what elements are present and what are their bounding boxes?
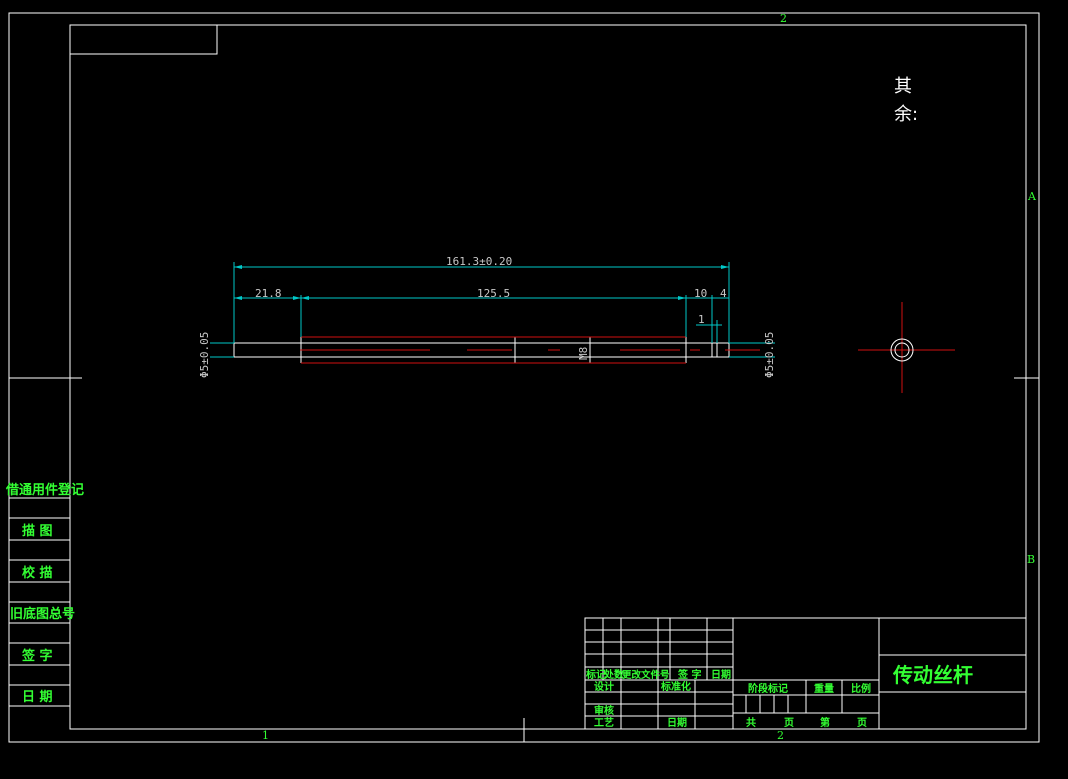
lp-item-6: 日 期: [22, 690, 53, 705]
arrow-125-right: [678, 296, 686, 300]
arrow-overall-right: [721, 265, 729, 269]
tb-label-mark: 标记: [585, 668, 606, 681]
tb-label-stage-mark: 阶段标记: [748, 682, 788, 695]
arrow-125-left: [301, 296, 309, 300]
lp-item-4: 旧底图总号: [10, 606, 75, 622]
tb-label-design: 设计: [594, 680, 614, 693]
arrow-overall-left: [234, 265, 242, 269]
tb-label-sheet-no: 第: [820, 716, 830, 729]
note-line-2: 余:: [894, 104, 918, 125]
tb-label-weight: 重量: [814, 682, 834, 695]
dim-overall-text: 161.3±0.20: [446, 255, 512, 268]
lp-item-5: 签 字: [21, 648, 53, 664]
zone-bottom-1: 1: [262, 729, 269, 742]
zone-right-a: A: [1027, 190, 1037, 203]
dim-dia-left-text: Φ5±0.05: [198, 332, 211, 378]
tb-label-review: 审核: [594, 704, 614, 717]
tb-label-change-doc: 更改文件号: [622, 669, 670, 681]
tb-label-page2: 页: [857, 717, 867, 729]
zone-bottom-2: 2: [777, 729, 784, 742]
lp-item-2: 描 图: [22, 523, 53, 539]
title-block-title: 传动丝杆: [892, 663, 973, 687]
tb-label-date2: 日期: [667, 716, 687, 729]
shaft-view: 161.3±0.20 21.8 125.5 10 4 1 M8 Φ5±0.05 …: [198, 255, 776, 378]
title-block: 传动丝杆 标记 处数 更改文件号 签 字 日期 设计 标准化 审核 工艺 日期 …: [584, 617, 1027, 730]
cad-drawing: 2 1 2 A B 其 余: 161.3±0.20 21.8 125.5 10 …: [5, 12, 1040, 743]
zone-top-2: 2: [780, 12, 787, 25]
dim-1-text: 1: [698, 313, 705, 326]
dim-125-5-text: 125.5: [477, 287, 510, 300]
tb-label-sign: 签 字: [677, 668, 701, 681]
note-line-1: 其: [894, 76, 912, 97]
tb-label-date: 日期: [711, 668, 731, 681]
outer-border: [8, 12, 1040, 743]
corner-box: [69, 24, 218, 55]
dim-21-8-text: 21.8: [255, 287, 282, 300]
tb-label-standard: 标准化: [660, 680, 691, 693]
end-view: [858, 302, 955, 393]
lp-item-1: 借通用件登记: [5, 482, 84, 498]
dim-10-text: 10: [694, 287, 707, 300]
dim-dia-right-text: Φ5±0.05: [763, 332, 776, 378]
lp-item-3: 校 描: [22, 565, 53, 581]
tb-label-scale: 比例: [851, 682, 871, 695]
arrow-21-left: [234, 296, 242, 300]
inner-frame: [69, 24, 1027, 730]
zone-right-b: B: [1027, 553, 1035, 566]
left-panel: 借通用件登记 描 图 校 描 旧底图总号 签 字 日 期: [5, 482, 84, 707]
dim-m8-text: M8: [577, 347, 590, 360]
tb-label-total: 共: [746, 716, 756, 729]
arrow-21-right: [293, 296, 301, 300]
tb-label-page: 页: [784, 717, 794, 729]
tb-label-process: 工艺: [594, 716, 614, 729]
dim-4-text: 4: [720, 287, 727, 300]
